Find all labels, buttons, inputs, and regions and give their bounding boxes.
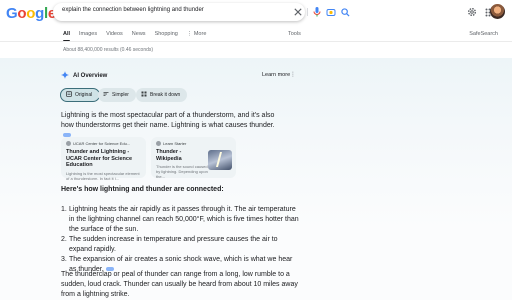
chip-simpler[interactable]: Simpler bbox=[98, 88, 136, 102]
simplify-icon bbox=[103, 91, 109, 99]
steps-list: 1. Lightning heats the air rapidly as it … bbox=[61, 205, 301, 275]
ai-overview-header: AI Overview bbox=[61, 71, 107, 81]
camera-icon[interactable] bbox=[325, 6, 337, 18]
search-tabs: All Images Videos News Shopping ⋮ More bbox=[63, 31, 215, 42]
lightning-thumbnail bbox=[208, 150, 232, 170]
tabs-divider bbox=[0, 41, 512, 42]
sparkle-icon bbox=[61, 71, 69, 81]
results-count: About 88,400,000 results (0.46 seconds) bbox=[63, 47, 154, 53]
ai-summary-text: Lightning is the most spectacular part o… bbox=[61, 112, 275, 129]
document-icon bbox=[66, 91, 72, 99]
settings-gear-icon[interactable] bbox=[466, 6, 478, 18]
chip-original[interactable]: Original bbox=[60, 88, 101, 102]
card-title[interactable]: Thunder and Lightning - UCAR Center for … bbox=[66, 149, 141, 169]
card-snippet: Thunder is the sound caused by lightning… bbox=[156, 164, 208, 179]
favicon-icon bbox=[66, 141, 71, 146]
source-card[interactable]: UCAR Center for Science Edu... Thunder a… bbox=[61, 137, 146, 181]
search-icon[interactable] bbox=[339, 6, 351, 18]
tab-videos[interactable]: Videos bbox=[106, 31, 123, 40]
tab-all[interactable]: All bbox=[63, 31, 71, 42]
breakdown-icon bbox=[141, 91, 147, 99]
google-logo[interactable]: Google bbox=[6, 5, 56, 22]
source-card[interactable]: Learn Starter Thunder - Wikipedia Thunde… bbox=[151, 137, 236, 179]
logo-letter: G bbox=[6, 5, 18, 22]
clear-icon[interactable] bbox=[292, 6, 304, 18]
search-input[interactable]: explain the connection between lightning… bbox=[62, 7, 204, 13]
tab-more[interactable]: ⋮ More bbox=[187, 31, 207, 40]
card-title[interactable]: Thunder - Wikipedia bbox=[156, 149, 208, 162]
logo-letter: o bbox=[17, 5, 27, 22]
search-box[interactable]: explain the connection between lightning… bbox=[53, 3, 350, 21]
card-source-name: UCAR Center for Science Edu... bbox=[73, 141, 131, 146]
microphone-icon[interactable] bbox=[311, 6, 323, 18]
search-divider bbox=[307, 8, 308, 16]
logo-letter: o bbox=[26, 5, 36, 22]
list-item: 2. The sudden increase in temperature and… bbox=[61, 236, 278, 253]
card-source: UCAR Center for Science Edu... bbox=[66, 141, 141, 146]
tab-news[interactable]: News bbox=[132, 31, 146, 40]
learn-more-link[interactable]: Learn more bbox=[262, 72, 290, 78]
ai-subheading: Here's how lightning and thunder are con… bbox=[61, 186, 224, 193]
step-text: Lightning heats the air rapidly as it pa… bbox=[69, 206, 299, 233]
ai-overview-title: AI Overview bbox=[73, 73, 108, 79]
logo-letter: g bbox=[35, 5, 44, 22]
tab-shopping[interactable]: Shopping bbox=[155, 31, 178, 40]
chip-break-it-down[interactable]: Break it down bbox=[136, 88, 188, 102]
ai-closing-paragraph: The thunderclap or peal of thunder can r… bbox=[61, 271, 298, 298]
card-source-name: Learn Starter bbox=[163, 141, 187, 146]
tab-images[interactable]: Images bbox=[79, 31, 97, 40]
favicon-icon bbox=[156, 141, 161, 146]
chip-simpler-label: Simpler bbox=[112, 92, 129, 98]
account-avatar[interactable] bbox=[490, 4, 505, 19]
step-text: The sudden increase in temperature and p… bbox=[69, 236, 278, 253]
card-snippet: Lightning is the most spectacular elemen… bbox=[66, 170, 140, 181]
card-source: Learn Starter bbox=[156, 141, 231, 146]
tools-button[interactable]: Tools bbox=[288, 31, 301, 37]
safesearch-button[interactable]: SafeSearch bbox=[469, 31, 498, 37]
list-item: 1. Lightning heats the air rapidly as it … bbox=[61, 206, 299, 233]
more-options-icon[interactable]: ⋮ bbox=[290, 71, 296, 78]
chip-original-label: Original bbox=[75, 92, 93, 98]
chip-break-label: Break it down bbox=[150, 92, 181, 98]
